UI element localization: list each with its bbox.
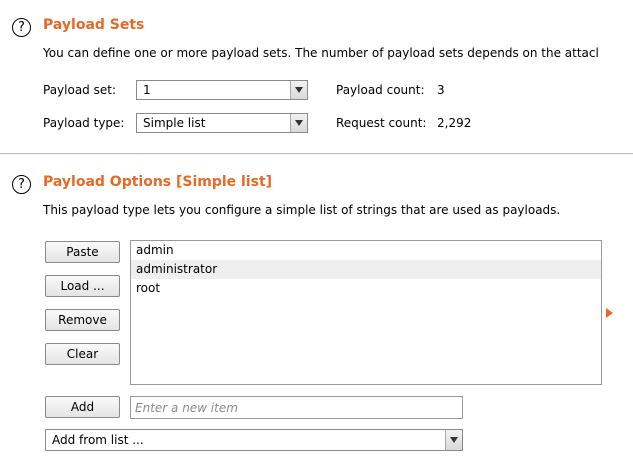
payload-options-description: This payload type lets you configure a s… (43, 203, 561, 217)
clear-button[interactable]: Clear (45, 343, 120, 365)
payload-set-label: Payload set: (43, 83, 116, 97)
request-count-label: Request count: (336, 116, 427, 130)
chevron-down-icon[interactable] (290, 81, 307, 99)
payload-list[interactable]: admin administrator root (130, 240, 602, 385)
paste-button[interactable]: Paste (45, 241, 120, 263)
list-item[interactable]: root (131, 279, 601, 298)
request-count-value: 2,292 (437, 116, 472, 130)
payload-set-select[interactable]: 1 (136, 80, 308, 100)
add-button[interactable]: Add (45, 396, 120, 418)
add-from-list-select[interactable]: Add from list ... (45, 429, 463, 451)
expand-arrow-icon[interactable] (606, 308, 613, 318)
list-item[interactable]: admin (131, 241, 601, 260)
payload-sets-description: You can define one or more payload sets.… (43, 46, 599, 60)
remove-button[interactable]: Remove (45, 309, 120, 331)
chevron-down-icon[interactable] (290, 114, 307, 132)
load-button[interactable]: Load ... (45, 275, 120, 297)
payload-type-select[interactable]: Simple list (136, 113, 308, 133)
payload-count-value: 3 (437, 83, 445, 97)
intruder-payloads-panel: ? Payload Sets You can define one or mor… (0, 0, 633, 460)
payload-count-label: Payload count: (336, 83, 425, 97)
payload-set-value: 1 (143, 83, 151, 97)
chevron-down-icon[interactable] (445, 430, 462, 450)
payload-sets-title: Payload Sets (43, 17, 145, 33)
list-item[interactable]: administrator (131, 260, 601, 279)
help-icon[interactable]: ? (12, 18, 31, 37)
payload-type-value: Simple list (143, 116, 206, 130)
section-divider (0, 153, 633, 155)
new-item-input[interactable] (130, 396, 463, 419)
payload-type-label: Payload type: (43, 116, 125, 130)
add-from-list-value: Add from list ... (52, 433, 144, 447)
payload-options-title: Payload Options [Simple list] (43, 174, 273, 190)
help-icon[interactable]: ? (12, 175, 31, 194)
